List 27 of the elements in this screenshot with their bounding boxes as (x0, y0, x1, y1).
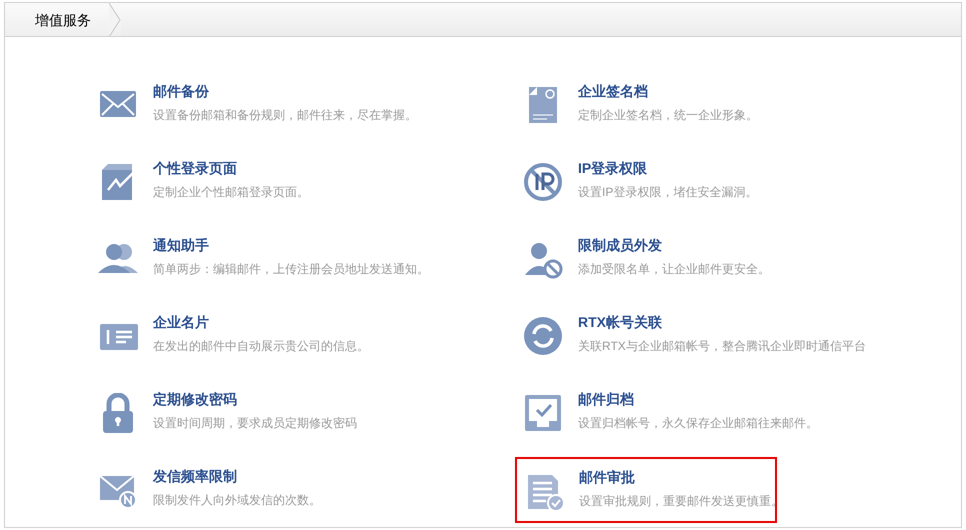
service-title-link[interactable]: 发信频率限制 (153, 466, 237, 486)
service-description: 关联RTX与企业邮箱帐号，整合腾讯企业即时通信平台 (578, 338, 866, 354)
ip-blocked-icon[interactable] (523, 162, 563, 202)
sync-icon[interactable] (523, 316, 563, 356)
service-title-link[interactable]: 邮件归档 (578, 389, 634, 409)
service-title-link[interactable]: 定期修改密码 (153, 389, 237, 409)
service-description: 设置归档帐号，永久保存企业邮箱往来邮件。 (578, 415, 818, 431)
service-title-link[interactable]: 通知助手 (153, 235, 209, 255)
service-description: 设置审批规则，重要邮件发送更慎重。 (579, 493, 783, 509)
service-description: 设置备份邮箱和备份规则，邮件往来，尽在掌握。 (153, 107, 417, 123)
service-title-link[interactable]: 企业名片 (153, 312, 209, 332)
service-description: 设置IP登录权限，堵住安全漏洞。 (578, 184, 758, 200)
service-description: 简单两步：编辑邮件，上传注册会员地址发送通知。 (153, 261, 429, 277)
service-title-link[interactable]: 邮件审批 (579, 467, 635, 487)
tray-check-icon[interactable] (523, 393, 563, 433)
service-description: 设置时间周期，要求成员定期修改密码 (153, 415, 357, 431)
service-title-link[interactable]: 限制成员外发 (578, 235, 662, 255)
service-title-link[interactable]: 邮件备份 (153, 81, 209, 101)
service-description: 添加受限名单，让企业邮件更安全。 (578, 261, 770, 277)
service-title-link[interactable]: 个性登录页面 (153, 158, 237, 178)
service-title-link[interactable]: IP登录权限 (578, 158, 648, 178)
service-description: 限制发件人向外域发信的次数。 (153, 492, 321, 508)
service-title-link[interactable]: 企业签名档 (578, 81, 648, 101)
service-title-link[interactable]: RTX帐号关联 (578, 312, 662, 332)
service-description: 定制企业签名档，统一企业形象。 (578, 107, 758, 123)
service-description: 定制企业个性邮箱登录页面。 (153, 184, 309, 200)
service-description: 在发出的邮件中自动展示贵公司的信息。 (153, 338, 369, 354)
